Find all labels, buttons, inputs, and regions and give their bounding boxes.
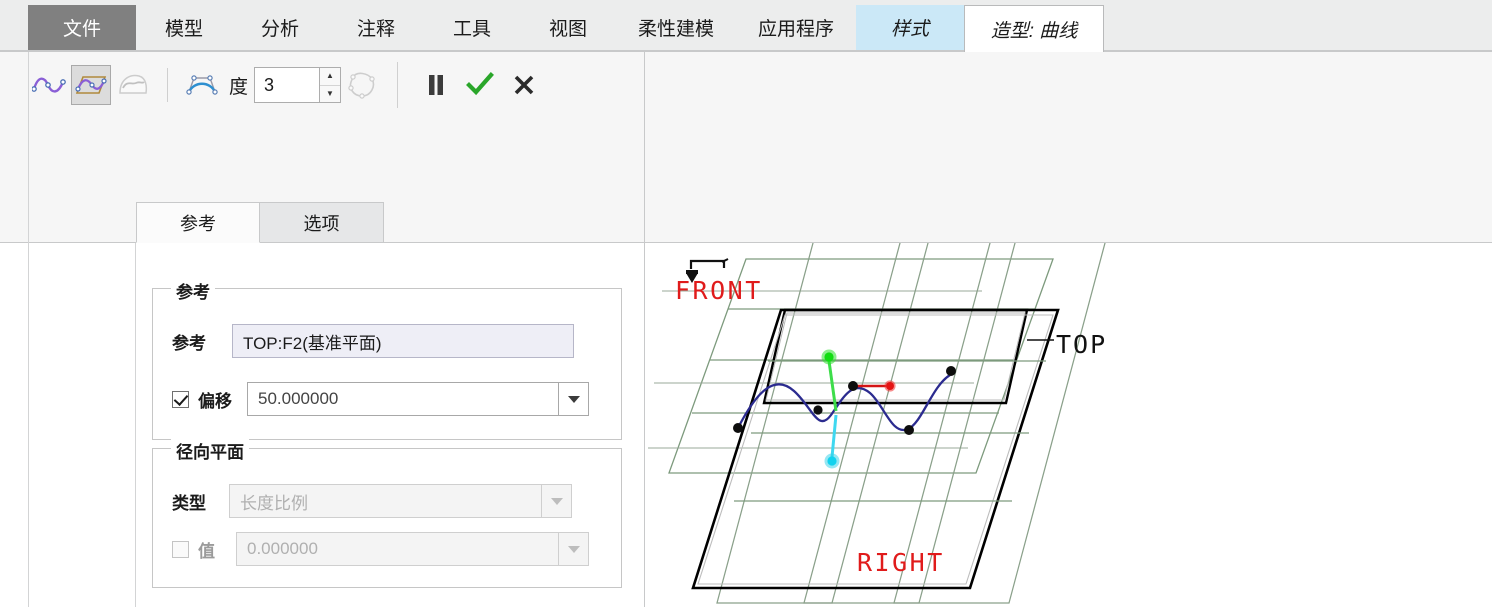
control-point-curve-button[interactable] xyxy=(182,65,222,105)
radial-plane-group-title: 径向平面 xyxy=(171,438,249,463)
cyan-drag-handle xyxy=(827,456,836,465)
radial-type-dropdown-arrow[interactable] xyxy=(542,484,572,518)
control-point xyxy=(904,425,914,435)
degree-input[interactable]: 3 xyxy=(254,67,319,103)
degree-spin-buttons[interactable]: ▲ ▼ xyxy=(319,67,341,103)
reference-group-title: 参考 xyxy=(171,278,215,303)
tab-flexible-modeling[interactable]: 柔性建模 xyxy=(616,5,736,50)
tab-file[interactable]: 文件 xyxy=(28,5,136,50)
ribbon-tabs: 文件 模型 分析 注释 工具 视图 柔性建模 应用程序 样式 造型: 曲线 xyxy=(28,5,1104,50)
degree-label: 度 xyxy=(229,72,248,99)
free-curve-button[interactable] xyxy=(29,65,69,105)
datum-label-right[interactable]: RIGHT xyxy=(857,548,945,577)
chevron-down-icon xyxy=(568,396,580,403)
datum-plane-top-main[interactable] xyxy=(693,310,1058,588)
dashboard-panel: 度 3 ▲ ▼ xyxy=(0,52,645,243)
surface-curve-button[interactable] xyxy=(113,65,153,105)
datum-label-front[interactable]: FRONT xyxy=(675,276,763,305)
tab-applications[interactable]: 应用程序 xyxy=(736,5,856,50)
reference-group: 参考 xyxy=(152,288,622,440)
panel-subtabs: 参考 选项 xyxy=(136,201,384,243)
degree-spin-down[interactable]: ▼ xyxy=(320,86,340,103)
proportional-update-button[interactable] xyxy=(342,65,382,105)
radial-type-row: 类型 长度比例 xyxy=(172,484,572,518)
offset-label: 偏移 xyxy=(198,387,247,412)
curve-drag-handles[interactable] xyxy=(822,350,896,469)
control-point xyxy=(848,381,858,391)
radial-plane-group: 径向平面 xyxy=(152,448,622,588)
dashboard-empty-area xyxy=(645,52,1492,243)
reference-field-label: 参考 xyxy=(172,329,232,354)
chevron-down-icon xyxy=(551,498,563,505)
control-point xyxy=(946,366,956,376)
subtab-options[interactable]: 选项 xyxy=(260,202,384,243)
offset-input[interactable]: 50.000000 xyxy=(247,382,559,416)
graphics-scene: FRONT TOP RIGHT xyxy=(646,243,1492,607)
offset-row: 偏移 50.000000 xyxy=(172,382,589,416)
dashboard-toolbar: 度 3 ▲ ▼ xyxy=(28,57,546,113)
radial-type-select[interactable]: 长度比例 xyxy=(229,484,542,518)
pause-button[interactable] xyxy=(416,65,456,105)
cyan-handle-line xyxy=(832,415,836,457)
offset-dropdown-arrow[interactable] xyxy=(559,382,589,416)
ribbon-tab-bar: 文件 模型 分析 注释 工具 视图 柔性建模 应用程序 样式 造型: 曲线 xyxy=(0,0,1492,52)
tab-model[interactable]: 模型 xyxy=(136,5,232,50)
tab-analysis[interactable]: 分析 xyxy=(232,5,328,50)
graphics-viewport[interactable]: FRONT TOP RIGHT xyxy=(646,243,1492,607)
panel-left-rail xyxy=(28,243,29,607)
radial-value-input[interactable]: 0.000000 xyxy=(236,532,559,566)
panel-inner-rail xyxy=(135,243,136,607)
reference-value-field[interactable]: TOP:F2(基准平面) xyxy=(232,324,574,358)
control-point xyxy=(733,423,743,433)
subtab-references[interactable]: 参考 xyxy=(136,202,260,243)
accept-button[interactable] xyxy=(460,65,500,105)
toolbar-separator-1 xyxy=(167,68,168,102)
degree-stepper[interactable]: 3 ▲ ▼ xyxy=(254,67,341,103)
datum-plane-top[interactable] xyxy=(764,310,1492,403)
tab-tools[interactable]: 工具 xyxy=(424,5,520,50)
tab-style-curve[interactable]: 造型: 曲线 xyxy=(964,5,1104,52)
radial-value-dropdown-arrow[interactable] xyxy=(559,532,589,566)
radial-type-label: 类型 xyxy=(172,489,229,514)
radial-value-checkbox[interactable] xyxy=(172,541,189,558)
tab-annotate[interactable]: 注释 xyxy=(328,5,424,50)
tab-style[interactable]: 样式 xyxy=(856,5,964,50)
tab-view[interactable]: 视图 xyxy=(520,5,616,50)
degree-spin-up[interactable]: ▲ xyxy=(320,68,340,86)
radial-value-label: 值 xyxy=(198,537,236,562)
radial-value-row: 值 0.000000 xyxy=(172,532,589,566)
control-point xyxy=(813,405,822,414)
planar-curve-button[interactable] xyxy=(71,65,111,105)
datum-label-top[interactable]: TOP xyxy=(1056,330,1107,359)
red-drag-handle xyxy=(886,382,894,390)
dashboard-left-rail xyxy=(28,52,29,243)
toolbar-separator-2 xyxy=(397,62,398,108)
offset-checkbox[interactable] xyxy=(172,391,189,408)
cancel-button[interactable] xyxy=(504,65,544,105)
chevron-down-icon xyxy=(568,546,580,553)
green-drag-handle xyxy=(824,352,833,361)
reference-row: 参考 TOP:F2(基准平面) xyxy=(172,324,574,358)
